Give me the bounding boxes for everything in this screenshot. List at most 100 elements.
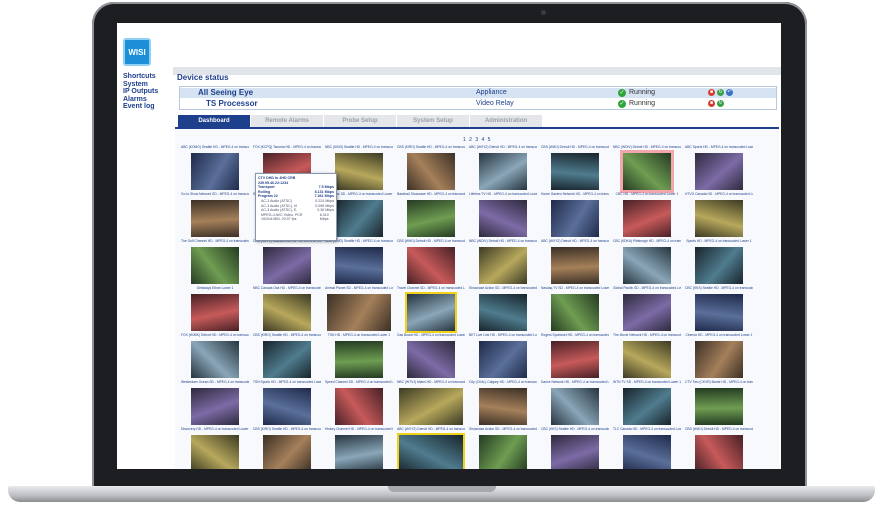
video-frame[interactable] — [623, 341, 671, 378]
video-frame[interactable] — [695, 435, 743, 469]
video-frame[interactable] — [623, 247, 671, 284]
video-frame[interactable] — [263, 388, 311, 425]
video-frame[interactable] — [263, 435, 311, 469]
video-thumbnail[interactable]: FOX (WJBK) Detroit HD - MPEG-4 on transc… — [181, 333, 249, 381]
video-thumbnail[interactable]: Showcase Action SD - MPEG-4 on transcode… — [469, 286, 537, 334]
video-thumbnail[interactable]: ABC (WXYZ) Detroit HD - MPEG-4 on transc… — [541, 239, 609, 287]
video-thumbnail[interactable]: ABC (KOMO) Seattle HD - MPEG-4 on transc… — [181, 145, 249, 193]
video-thumbnail[interactable]: Dance Network HD - MPEG-4 on transcoded … — [541, 380, 609, 428]
video-frame[interactable] — [405, 292, 457, 333]
video-frame[interactable] — [479, 388, 527, 425]
video-thumbnail[interactable]: Animal Planet SD - MPEG-4 on transcoded … — [325, 286, 393, 334]
video-thumbnail[interactable]: CBC HD - MPEG-4 on transcoded Lower 1 — [613, 192, 681, 240]
video-frame[interactable] — [695, 294, 743, 331]
video-thumbnail[interactable]: Discovery HD - MPEG-4 on transcoded Lowe… — [181, 427, 249, 469]
video-frame[interactable] — [335, 341, 383, 378]
video-thumbnail[interactable]: BET Live Link HD - MPEG-4 on transcoded … — [469, 333, 537, 381]
tab-remote-alarms[interactable]: Remote Alarms — [251, 115, 323, 127]
video-frame[interactable] — [551, 153, 599, 190]
video-frame[interactable] — [620, 150, 674, 193]
video-frame[interactable] — [191, 247, 239, 284]
video-thumbnail[interactable]: CBS (KIRO) Seattle HD - MPEG-4 on transc… — [253, 427, 321, 469]
video-frame[interactable] — [695, 247, 743, 284]
video-frame[interactable] — [263, 294, 311, 331]
video-frame[interactable] — [551, 435, 599, 469]
video-thumbnail[interactable]: Gas Board HD - MPEG-4 on transcoded Lowe… — [397, 333, 465, 381]
video-thumbnail[interactable]: WTN TV SD - MPEG-4 on transcoded Lower 1 — [613, 380, 681, 428]
video-thumbnail[interactable]: NBC (WDIV) Detroit HD - MPEG-4 on transc… — [469, 239, 537, 287]
tab-system-setup[interactable]: System Setup — [397, 115, 469, 127]
video-frame[interactable] — [479, 341, 527, 378]
refresh-icon[interactable]: ↻ — [717, 100, 724, 107]
video-frame[interactable] — [623, 294, 671, 331]
video-thumbnail[interactable]: CBS (KIRO) Seattle HD - MPEG-4 on transc… — [397, 145, 465, 193]
video-frame[interactable] — [263, 341, 311, 378]
video-thumbnail[interactable]: ABC (WXYZ) Detroit HD - MPEG-4 on transc… — [469, 145, 537, 193]
video-thumbnail[interactable]: Westerdam Ocean SD - MPEG-4 on transcode… — [181, 380, 249, 428]
stop-icon[interactable]: ■ — [708, 89, 715, 96]
device-name[interactable]: TS Processor — [206, 99, 258, 109]
video-thumbnail[interactable]: NBC (WDIV) Detroit HD - MPEG-4 on transc… — [613, 145, 681, 193]
video-thumbnail[interactable]: CBC (KDKA) Pittsburgh HD - MPEG-4 on tra… — [613, 239, 681, 287]
device-row[interactable]: TS Processor Video Relay ✓ Running ■ ↻ — [180, 99, 776, 109]
video-thumbnail[interactable]: Nasdaq TV SD - MPEG-4 on transcoded Lowe… — [541, 286, 609, 334]
video-frame[interactable] — [191, 435, 239, 469]
sidebar-item-shortcuts[interactable]: Shortcuts — [123, 73, 173, 81]
video-thumbnail[interactable]: City (CKAL) Calgary HD - MPEG-4 on trans… — [469, 380, 537, 428]
video-thumbnail[interactable]: NBC (KING) Seattle HD - MPEG-4 on transc… — [325, 239, 393, 287]
video-thumbnail[interactable]: Go to Show Network SD - MPEG-4 on transc… — [181, 192, 249, 240]
sidebar-item-system[interactable]: System — [123, 81, 173, 89]
tab-probe-setup[interactable]: Probe Setup — [324, 115, 396, 127]
video-frame[interactable] — [191, 153, 239, 190]
video-frame[interactable] — [551, 294, 599, 331]
video-thumbnail[interactable]: The Golf Channel HD - MPEG-4 on transcod… — [181, 239, 249, 287]
video-frame[interactable] — [695, 200, 743, 237]
video-frame[interactable] — [327, 294, 391, 331]
video-thumbnail[interactable]: NBC Canada Oak HD - MPEG-4 on transcoded… — [253, 286, 321, 334]
video-thumbnail[interactable]: ABC (WXYZ) Detroit HD - MPEG-4 on transc… — [397, 427, 465, 469]
pager[interactable]: 1 2 3 4 5 — [463, 137, 491, 143]
video-frame[interactable] — [407, 247, 455, 284]
video-thumbnail[interactable]: CBS (WWJ) Detroit HD - MPEG-4 on transco… — [397, 239, 465, 287]
video-frame[interactable] — [407, 341, 455, 378]
video-frame[interactable] — [479, 247, 527, 284]
video-frame[interactable] — [191, 341, 239, 378]
video-thumbnail[interactable]: CBS (KIRO) Seattle HD - MPEG-4 on transc… — [253, 333, 321, 381]
video-frame[interactable] — [335, 153, 383, 190]
video-thumbnail[interactable]: CBC (KKS) Seattle HD - MPEG-4 on transco… — [685, 286, 753, 334]
stop-icon[interactable]: ■ — [708, 100, 715, 107]
video-thumbnail[interactable]: TSN Sports HD - MPEG-4 on transcoded Low… — [253, 380, 321, 428]
video-frame[interactable] — [551, 200, 599, 237]
video-thumbnail[interactable]: Sports HD - MPEG-4 on transcoded Lower 1 — [685, 239, 753, 287]
video-frame[interactable] — [335, 388, 383, 425]
video-frame[interactable] — [479, 294, 527, 331]
video-thumbnail[interactable]: Lifetime TV HD - MPEG-4 on transcoded Lo… — [469, 192, 537, 240]
video-thumbnail[interactable]: Rogers Sportsnet HD - MPEG-4 on transcod… — [541, 333, 609, 381]
video-thumbnail[interactable]: Getaways Ethan Lower 1 — [181, 286, 249, 334]
video-thumbnail[interactable]: Home Garden Network HD - MPEG-4 on trans… — [541, 192, 609, 240]
video-frame[interactable] — [479, 200, 527, 237]
wisi-logo[interactable]: WISI — [123, 38, 151, 66]
video-frame[interactable] — [263, 247, 311, 284]
video-thumbnail[interactable]: Global Pacific SD - MPEG-4 on transcoded… — [613, 286, 681, 334]
sidebar-item-alarms[interactable]: Alarms — [123, 96, 173, 104]
video-thumbnail[interactable]: CBS (WWJ) Detroit HD - MPEG-4 on transco… — [685, 427, 753, 469]
video-frame[interactable] — [407, 153, 455, 190]
video-thumbnail[interactable]: Travel Channel SD - MPEG-4 on transcoded… — [397, 286, 465, 334]
video-frame[interactable] — [551, 341, 599, 378]
video-thumbnail[interactable]: NBC (WTVJ) Miami HD - MPEG-4 on transcod… — [397, 380, 465, 428]
video-frame[interactable] — [335, 435, 383, 469]
video-thumbnail[interactable]: TSN HD - MPEG-4 on transcoded Lower 1 — [325, 333, 393, 381]
video-frame[interactable] — [399, 388, 463, 425]
video-thumbnail[interactable]: CBC (KUTV) Sacramento HD - MPEG-4 on tra… — [253, 239, 321, 287]
video-thumbnail[interactable]: CTV Two (CKVR) Barrie HD - MPEG-4 on tra… — [685, 380, 753, 428]
sidebar-item-event-log[interactable]: Event log — [123, 103, 173, 111]
video-frame[interactable] — [479, 435, 527, 469]
sidebar-item-ip-outputs[interactable]: IP Outputs — [123, 88, 173, 96]
video-frame[interactable] — [191, 388, 239, 425]
video-thumbnail[interactable]: ABC Sports HD - MPEG-4 on transcoded Low… — [685, 145, 753, 193]
device-name[interactable]: All Seeing Eye — [198, 88, 253, 98]
video-thumbnail[interactable]: CBS (WWJ) Detroit HD - MPEG-4 on transco… — [541, 145, 609, 193]
video-thumbnail[interactable]: History Channel HD - MPEG-4 on transcode… — [325, 427, 393, 469]
video-frame[interactable] — [695, 388, 743, 425]
